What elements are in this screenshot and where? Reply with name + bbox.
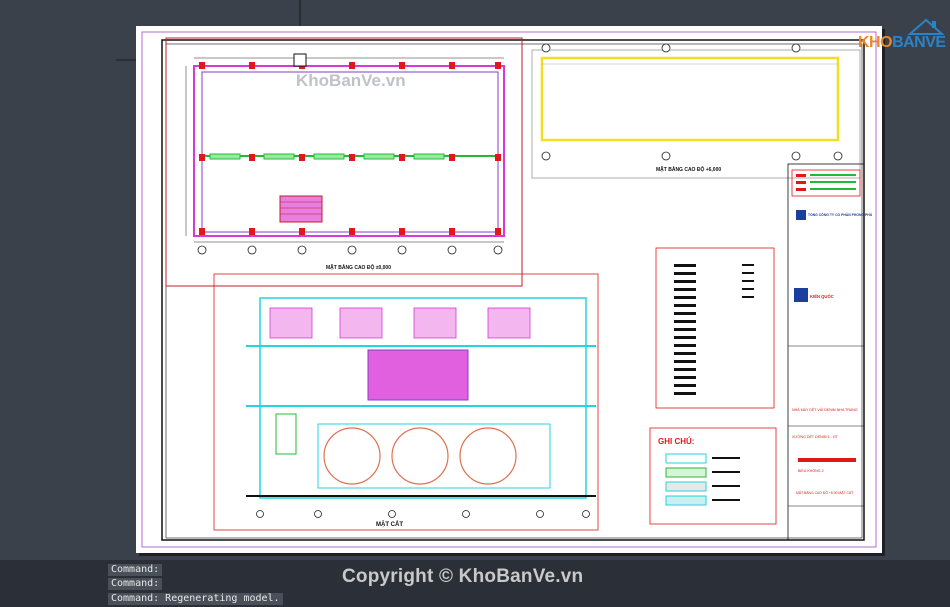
cad-drawing: MẶT BẰNG CAO ĐỘ ±0,000 MẶT BẰNG CAO ĐỘ +…	[141, 31, 877, 548]
legend-box	[655, 247, 775, 409]
svg-text:XƯỞNG DỆT DENIM 1 - HT: XƯỞNG DỆT DENIM 1 - HT	[792, 434, 838, 439]
svg-text:NHÀ MÁY DỆT VẢI DENIM NHA TRAN: NHÀ MÁY DỆT VẢI DENIM NHA TRANG	[792, 407, 858, 412]
command-history-line: Command:	[108, 578, 163, 590]
layout-sheet[interactable]: MẶT BẰNG CAO ĐỘ ±0,000 MẶT BẰNG CAO ĐỘ +…	[136, 26, 882, 553]
svg-text:MẶT BẰNG CAO ĐỘ ±0,000: MẶT BẰNG CAO ĐỘ ±0,000	[326, 263, 391, 271]
notes-box: GHI CHÚ:	[649, 427, 777, 525]
command-prompt-line[interactable]: Command: Regenerating model.	[108, 593, 283, 605]
drawing-canvas[interactable]: MẶT BẰNG CAO ĐỘ ±0,000 MẶT BẰNG CAO ĐỘ +…	[0, 0, 950, 560]
svg-text:MẶT CẮT: MẶT CẮT	[376, 520, 403, 528]
svg-text:BIỂU KHÔNG 2: BIỂU KHÔNG 2	[798, 468, 824, 473]
copyright-watermark: Copyright © KhoBanVe.vn	[342, 566, 584, 587]
plan-level-6: MẶT BẰNG CAO ĐỘ +6,000	[531, 43, 861, 179]
title-block: TỔNG CÔNG TY CỔ PHẦN PHONG PHÚ KIẾN QUỐC…	[787, 163, 873, 541]
svg-text:MẶT BẰNG CAO ĐỘ +6,000: MẶT BẰNG CAO ĐỘ +6,000	[656, 165, 721, 173]
svg-text:KIẾN QUỐC: KIẾN QUỐC	[810, 294, 834, 299]
svg-text:MẶT BẰNG CAO ĐỘ +6,00 MẶT CẮT: MẶT BẰNG CAO ĐỘ +6,00 MẶT CẮT	[796, 490, 853, 495]
command-history-line: Command:	[108, 564, 163, 576]
svg-text:TỔNG CÔNG TY CỔ PHẦN PHONG PHÚ: TỔNG CÔNG TY CỔ PHẦN PHONG PHÚ	[808, 212, 873, 217]
watermark-text: KhoBanVe.vn	[296, 71, 406, 90]
logo-text: KHOBANVE	[858, 34, 946, 51]
section-view: MẶT CẮT	[213, 273, 599, 531]
svg-text:GHI CHÚ:: GHI CHÚ:	[658, 437, 694, 446]
site-logo: KHOBANVE	[856, 18, 946, 54]
